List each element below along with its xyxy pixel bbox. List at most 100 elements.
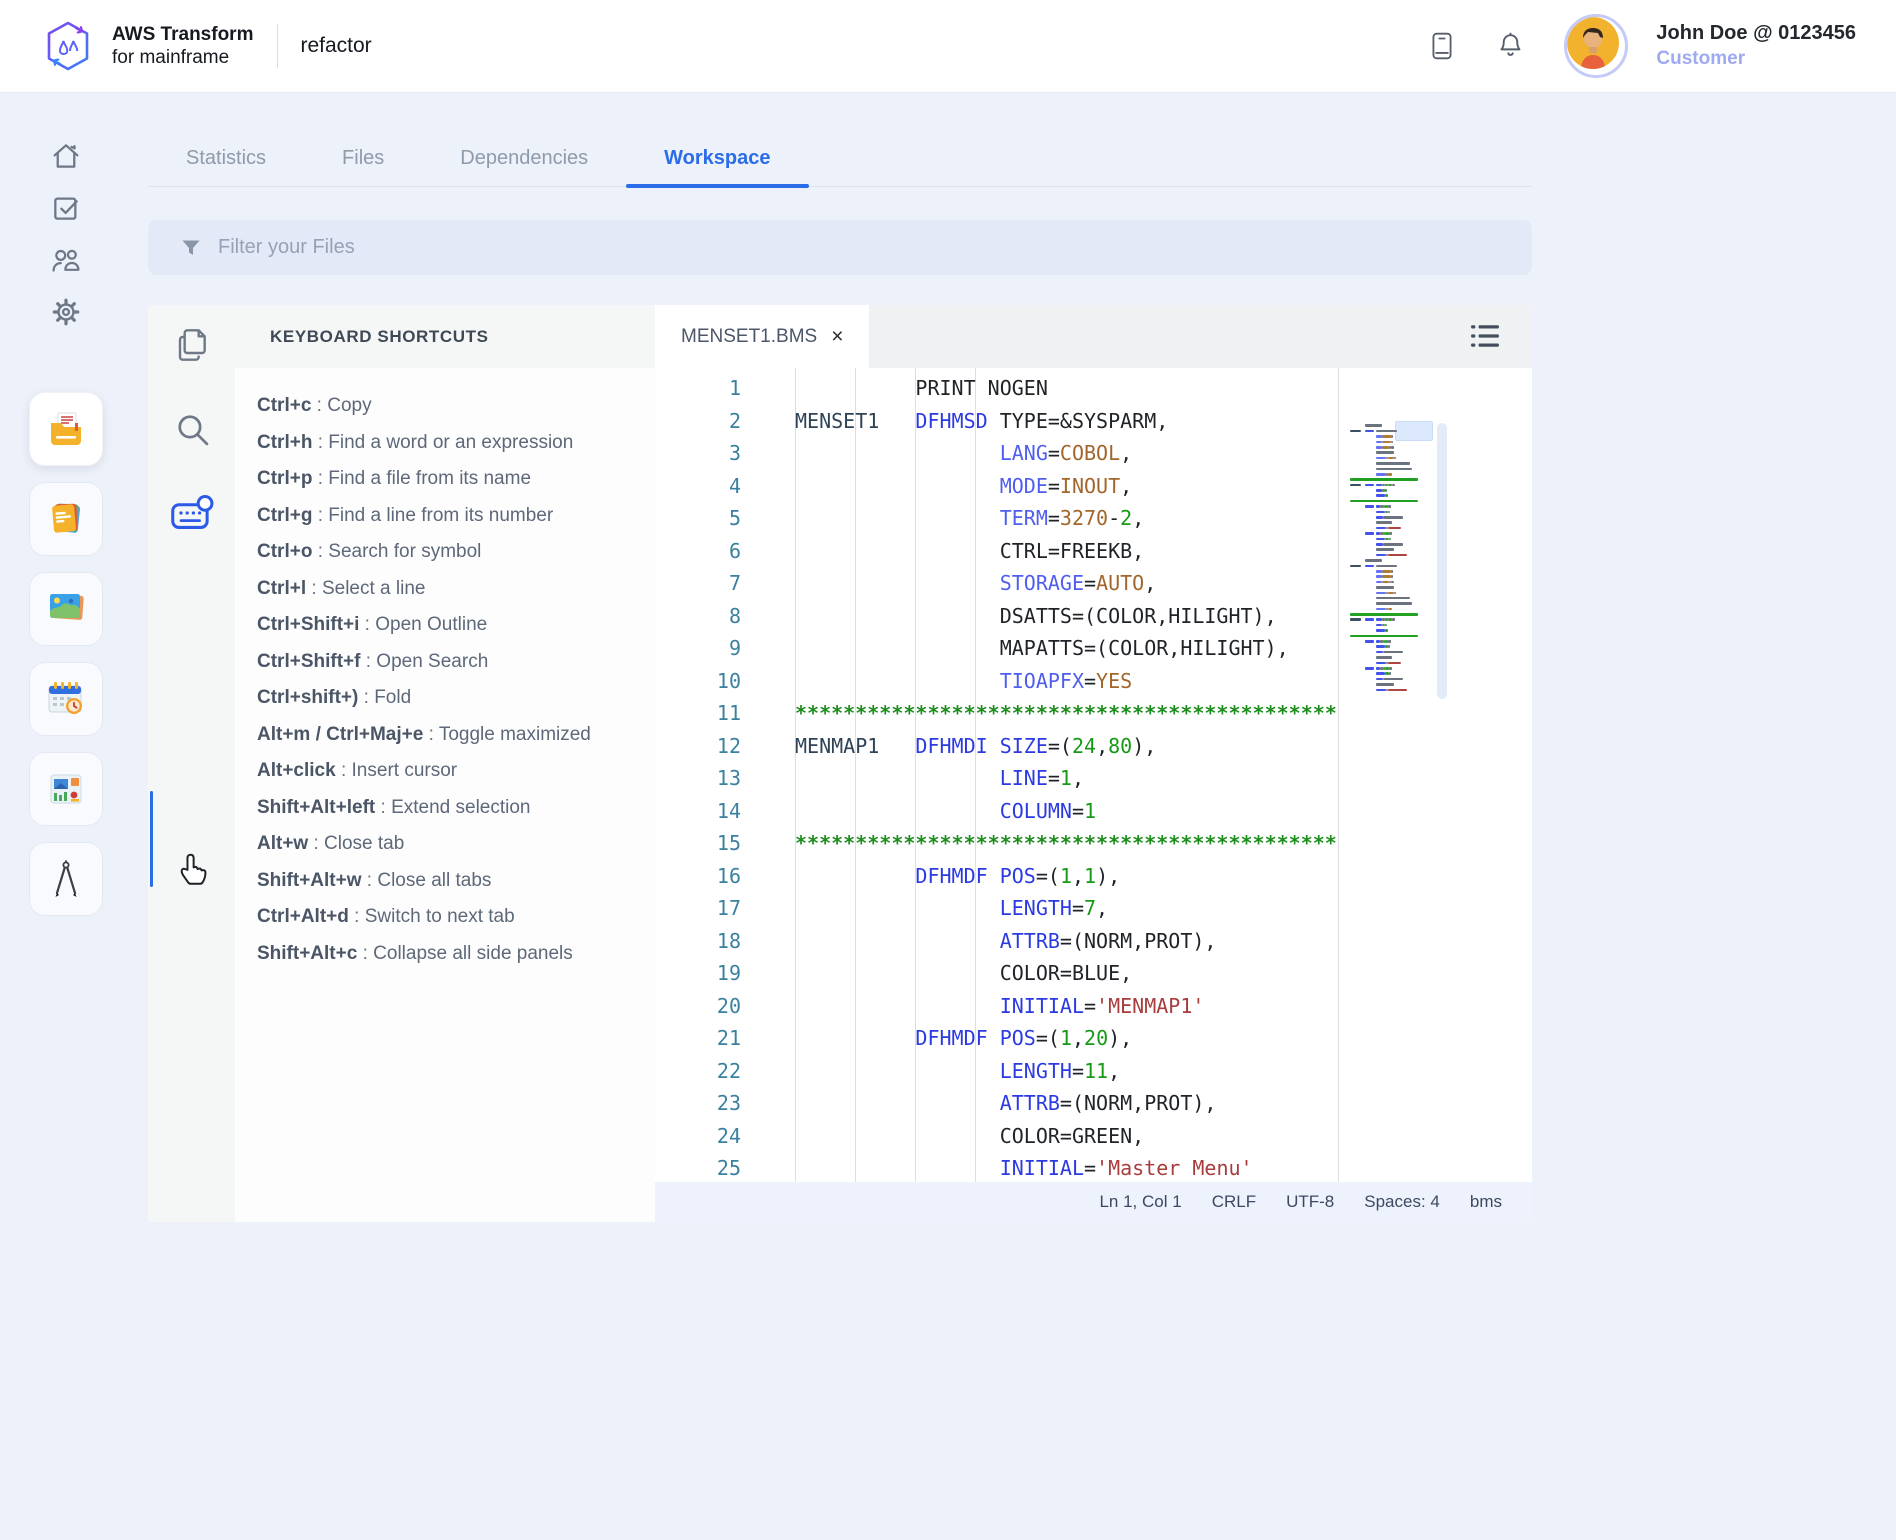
line-number: 7	[655, 567, 755, 600]
code-editor[interactable]: 1 PRINT NOGEN2MENSET1 DFHMSD TYPE=&SYSPA…	[655, 368, 1532, 1182]
panel-icon-strip	[148, 305, 235, 1222]
tile-calendar-schedule[interactable]	[29, 662, 103, 736]
code-line-20: 20 INITIAL='MENMAP1'	[655, 990, 1532, 1023]
shortcut-item: Shift+Alt+w : Close all tabs	[257, 863, 637, 900]
status-language: bms	[1470, 1192, 1502, 1212]
line-number: 25	[655, 1152, 755, 1182]
minimap-row	[1350, 687, 1433, 692]
line-number: 16	[655, 860, 755, 893]
line-number: 21	[655, 1022, 755, 1055]
shortcut-item: Ctrl+p : Find a file from its name	[257, 461, 637, 498]
user-role: Customer	[1656, 46, 1856, 72]
line-number: 5	[655, 502, 755, 535]
search-magnifier-icon[interactable]	[169, 407, 215, 451]
tile-map-gallery[interactable]	[29, 572, 103, 646]
line-number: 23	[655, 1087, 755, 1120]
shortcut-item: Ctrl+h : Find a word or an expression	[257, 425, 637, 462]
dashboard-charts-icon	[44, 767, 88, 811]
code-line-19: 19 COLOR=BLUE,	[655, 957, 1532, 990]
shortcut-item: Ctrl+g : Find a line from its number	[257, 498, 637, 535]
notifications-bell-icon[interactable]	[1490, 26, 1530, 66]
close-tab-icon[interactable]: ×	[831, 326, 843, 347]
editor-statusbar: Ln 1, Col 1 CRLF UTF-8 Spaces: 4 bms	[655, 1182, 1532, 1222]
tile-documents-stack[interactable]	[29, 482, 103, 556]
docs-book-icon[interactable]	[1422, 26, 1462, 66]
list-outline-icon[interactable]	[1470, 322, 1500, 350]
line-number: 2	[655, 405, 755, 438]
minimap[interactable]	[1350, 423, 1433, 697]
tile-design-compass[interactable]	[29, 842, 103, 916]
tasks-check-icon[interactable]	[49, 192, 83, 224]
funnel-filter-icon	[180, 237, 202, 259]
editor-pane: MENSET1.BMS × 1 PRINT NOGEN2MENSET1 DFHM…	[655, 305, 1532, 1222]
shortcut-item: Alt+w : Close tab	[257, 826, 637, 863]
line-number: 8	[655, 600, 755, 633]
tile-file-manager[interactable]	[29, 392, 103, 466]
line-number: 22	[655, 1055, 755, 1088]
code-line-17: 17 LENGTH=7,	[655, 892, 1532, 925]
documents-copy-icon[interactable]	[169, 323, 215, 367]
shortcut-item: Ctrl+o : Search for symbol	[257, 534, 637, 571]
shortcut-item: Ctrl+c : Copy	[257, 388, 637, 425]
code-line-12: 12MENMAP1 DFHMDI SIZE=(24,80),	[655, 730, 1532, 763]
documents-stack-icon	[44, 497, 88, 541]
line-number: 11	[655, 697, 755, 730]
vertical-scrollbar[interactable]	[1437, 423, 1447, 699]
editor-tab-menset1-bms[interactable]: MENSET1.BMS ×	[655, 305, 869, 368]
line-number: 19	[655, 957, 755, 990]
status-line-col: Ln 1, Col 1	[1099, 1192, 1181, 1212]
tab-statistics[interactable]: Statistics	[148, 147, 304, 186]
tab-workspace[interactable]: Workspace	[626, 147, 808, 186]
line-number: 18	[655, 925, 755, 958]
status-eol: CRLF	[1212, 1192, 1256, 1212]
line-number: 14	[655, 795, 755, 828]
user-name[interactable]: John Doe @ 0123456	[1656, 20, 1856, 46]
line-number: 10	[655, 665, 755, 698]
tile-dashboard-charts[interactable]	[29, 752, 103, 826]
shortcut-item: Ctrl+Shift+i : Open Outline	[257, 607, 637, 644]
brand-subtitle: for mainframe	[112, 46, 253, 69]
shortcut-item: Shift+Alt+c : Collapse all side panels	[257, 936, 637, 973]
shortcuts-title: KEYBOARD SHORTCUTS	[270, 327, 489, 347]
code-line-23: 23 ATTRB=(NORM,PROT),	[655, 1087, 1532, 1120]
sidebar	[0, 92, 132, 1540]
design-compass-icon	[46, 857, 86, 901]
tab-dependencies[interactable]: Dependencies	[422, 147, 626, 186]
editor-tabbar: MENSET1.BMS ×	[655, 305, 1532, 368]
app-header: AWS Transform for mainframe refactor	[0, 0, 1896, 93]
line-number: 6	[655, 535, 755, 568]
code-line-13: 13 LINE=1,	[655, 762, 1532, 795]
code-line-1: 1 PRINT NOGEN	[655, 372, 1532, 405]
keyboard-shortcuts-icon[interactable]	[169, 491, 215, 535]
line-number: 13	[655, 762, 755, 795]
tab-files[interactable]: Files	[304, 147, 422, 186]
workspace-card: KEYBOARD SHORTCUTS Ctrl+c : CopyCtrl+h :…	[148, 305, 1532, 1222]
code-line-15: 15**************************************…	[655, 827, 1532, 860]
code-line-14: 14 COLUMN=1	[655, 795, 1532, 828]
line-number: 20	[655, 990, 755, 1023]
active-panel-indicator	[150, 791, 153, 887]
shortcut-item: Ctrl+Alt+d : Switch to next tab	[257, 899, 637, 936]
code-line-24: 24 COLOR=GREEN,	[655, 1120, 1532, 1153]
settings-gear-icon[interactable]	[49, 296, 83, 328]
users-icon[interactable]	[49, 244, 83, 276]
product-name: refactor	[300, 34, 371, 58]
line-number: 24	[655, 1120, 755, 1153]
shortcut-item: Shift+Alt+left : Extend selection	[257, 790, 637, 827]
code-line-25: 25 INITIAL='Master Menu'	[655, 1152, 1532, 1182]
status-indent: Spaces: 4	[1364, 1192, 1440, 1212]
status-encoding: UTF-8	[1286, 1192, 1334, 1212]
brand: AWS Transform for mainframe refactor	[40, 18, 372, 74]
line-number: 3	[655, 437, 755, 470]
filter-bar[interactable]	[148, 220, 1532, 275]
brand-title: AWS Transform	[112, 23, 253, 46]
line-number: 4	[655, 470, 755, 503]
code-line-21: 21 DFHMDF POS=(1,20),	[655, 1022, 1532, 1055]
hand-pointer-cursor	[178, 851, 210, 894]
user-avatar[interactable]	[1564, 14, 1628, 78]
shortcut-item: Ctrl+l : Select a line	[257, 571, 637, 608]
brand-divider	[277, 24, 278, 68]
code-line-22: 22 LENGTH=11,	[655, 1055, 1532, 1088]
home-icon[interactable]	[49, 140, 83, 172]
filter-files-input[interactable]	[216, 235, 1512, 260]
